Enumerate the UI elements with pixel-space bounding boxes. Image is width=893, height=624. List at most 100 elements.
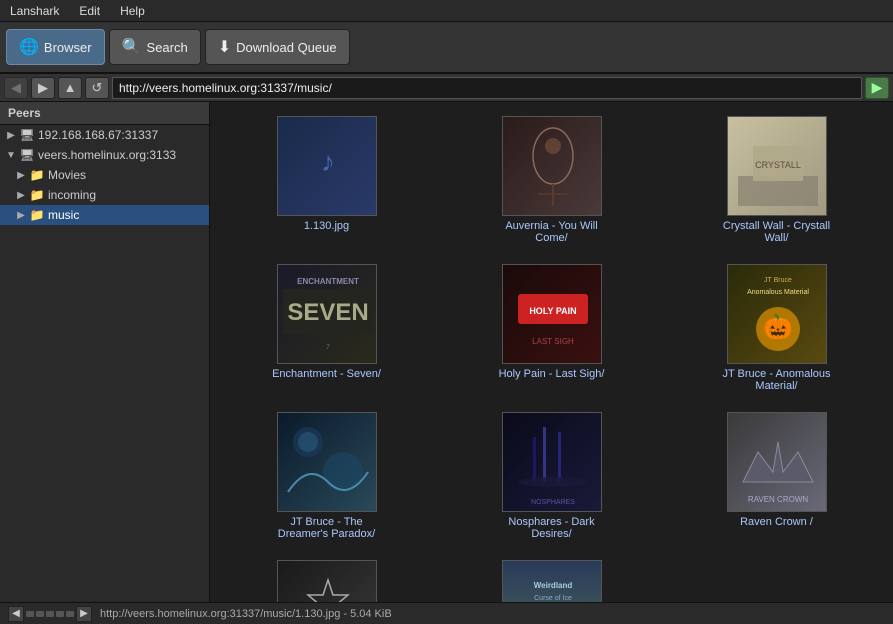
thumbnail-10: Weirdland Curse of Ice <box>502 560 602 602</box>
forward-button[interactable]: ▶ <box>31 77 55 99</box>
menubar: Lanshark Edit Help <box>0 0 893 22</box>
download-queue-button[interactable]: ⬇ Download Queue <box>205 29 350 65</box>
file-item-1[interactable]: Auvernia - You Will Come/ <box>443 110 660 250</box>
file-grid: ♪ 1.130.jpg <box>218 110 885 602</box>
scroll-dot-3 <box>46 611 54 617</box>
movies-folder-icon: 📁 <box>28 168 46 182</box>
sidebar-title: Peers <box>0 102 209 125</box>
peer-label-1: 192.168.168.67:31337 <box>38 128 158 142</box>
refresh-button[interactable]: ↺ <box>85 77 109 99</box>
music-folder-icon: 📁 <box>28 208 46 222</box>
movies-arrow: ▶ <box>14 168 28 182</box>
address-input[interactable] <box>112 77 862 99</box>
peer-label-2: veers.homelinux.org:3133 <box>38 148 176 162</box>
file-label-0: 1.130.jpg <box>304 220 349 232</box>
peer-item-1[interactable]: ▶ 🖥 192.168.168.67:31337 <box>0 125 209 145</box>
scroll-dots <box>26 611 74 617</box>
file-label-7: Nosphares - Dark Desires/ <box>492 516 612 540</box>
file-item-7[interactable]: NOSPHARES Nosphares - Dark Desires/ <box>443 406 660 546</box>
incoming-label: incoming <box>48 188 96 202</box>
svg-text:HOLY PAIN: HOLY PAIN <box>529 306 576 316</box>
scroll-dot-4 <box>56 611 64 617</box>
scroll-right-btn[interactable]: ▶ <box>76 606 92 622</box>
file-item-6[interactable]: JT Bruce - The Dreamer's Paradox/ <box>218 406 435 546</box>
album-art-5: JT Bruce Anomalous Material 🎃 <box>728 264 826 364</box>
svg-text:LAST SIGH: LAST SIGH <box>532 337 574 346</box>
up-button[interactable]: ▲ <box>58 77 82 99</box>
album-art-9 <box>278 560 376 602</box>
thumbnail-2: CRYSTALL <box>727 116 827 216</box>
music-arrow: ▶ <box>14 208 28 222</box>
svg-text:SEVEN: SEVEN <box>287 299 368 326</box>
album-art-4: HOLY PAIN LAST SIGH <box>503 264 601 364</box>
folder-movies[interactable]: ▶ 📁 Movies <box>0 165 209 185</box>
svg-text:JT Bruce: JT Bruce <box>764 277 792 284</box>
main-layout: Peers ▶ 🖥 192.168.168.67:31337 ▼ 🖥 veers… <box>0 102 893 602</box>
browser-button[interactable]: 🌐 Browser <box>6 29 105 65</box>
file-item-5[interactable]: JT Bruce Anomalous Material 🎃 JT Bruce -… <box>668 258 885 398</box>
file-label-8: Raven Crown / <box>740 516 813 528</box>
download-icon: ⬇ <box>218 37 231 57</box>
toolbar: 🌐 Browser 🔍 Search ⬇ Download Queue <box>0 22 893 74</box>
svg-text:RAVEN CROWN: RAVEN CROWN <box>747 495 808 504</box>
thumbnail-8: RAVEN CROWN <box>727 412 827 512</box>
file-label-5: JT Bruce - Anomalous Material/ <box>717 368 837 392</box>
album-art-1 <box>503 116 601 216</box>
album-art-0: ♪ <box>278 116 376 216</box>
thumbnail-4: HOLY PAIN LAST SIGH <box>502 264 602 364</box>
thumbnail-3: ENCHANTMENT SEVEN 7 <box>277 264 377 364</box>
svg-text:NOSPHARES: NOSPHARES <box>531 499 575 506</box>
search-label: Search <box>147 40 188 55</box>
sidebar: Peers ▶ 🖥 192.168.168.67:31337 ▼ 🖥 veers… <box>0 102 210 602</box>
expand-arrow-1: ▶ <box>4 128 18 142</box>
menu-lanshark[interactable]: Lanshark <box>6 2 63 20</box>
scroll-dot-5 <box>66 611 74 617</box>
file-item-8[interactable]: RAVEN CROWN Raven Crown / <box>668 406 885 546</box>
peer-item-2[interactable]: ▼ 🖥 veers.homelinux.org:3133 <box>0 145 209 165</box>
search-icon: 🔍 <box>122 37 142 57</box>
download-queue-label: Download Queue <box>236 40 336 55</box>
file-label-1: Auvernia - You Will Come/ <box>492 220 612 244</box>
browser-label: Browser <box>44 40 92 55</box>
thumbnail-1 <box>502 116 602 216</box>
scroll-left-btn[interactable]: ◀ <box>8 606 24 622</box>
svg-text:CRYSTALL: CRYSTALL <box>755 160 801 170</box>
menu-edit[interactable]: Edit <box>75 2 104 20</box>
album-art-8: RAVEN CROWN <box>728 412 826 512</box>
thumbnail-5: JT Bruce Anomalous Material 🎃 <box>727 264 827 364</box>
svg-text:🎃: 🎃 <box>763 313 793 341</box>
thumbnail-6 <box>277 412 377 512</box>
svg-text:ENCHANTMENT: ENCHANTMENT <box>297 277 359 286</box>
file-label-4: Holy Pain - Last Sigh/ <box>499 368 605 380</box>
incoming-arrow: ▶ <box>14 188 28 202</box>
thumbnail-7: NOSPHARES <box>502 412 602 512</box>
svg-text:7: 7 <box>326 344 330 351</box>
file-item-3[interactable]: ENCHANTMENT SEVEN 7 Enchantment - Seven/ <box>218 258 435 398</box>
search-button[interactable]: 🔍 Search <box>109 29 201 65</box>
music-label: music <box>48 208 79 222</box>
album-art-3: ENCHANTMENT SEVEN 7 <box>278 264 376 364</box>
album-art-6 <box>278 412 376 512</box>
go-button[interactable]: ▶ <box>865 77 889 99</box>
content-area[interactable]: ♪ 1.130.jpg <box>210 102 893 602</box>
file-item-9[interactable]: Sins n Bliss - Promo/ <box>218 554 435 602</box>
file-item-0[interactable]: ♪ 1.130.jpg <box>218 110 435 250</box>
scroll-dot-1 <box>26 611 34 617</box>
folder-music[interactable]: ▶ 📁 music <box>0 205 209 225</box>
album-art-7: NOSPHARES <box>503 412 601 512</box>
folder-incoming[interactable]: ▶ 📁 incoming <box>0 185 209 205</box>
file-item-10[interactable]: Weirdland Curse of Ice Weirdland - Curse… <box>443 554 660 602</box>
file-label-6: JT Bruce - The Dreamer's Paradox/ <box>267 516 387 540</box>
movies-label: Movies <box>48 168 86 182</box>
addressbar: ◀ ▶ ▲ ↺ ▶ <box>0 74 893 102</box>
menu-help[interactable]: Help <box>116 2 149 20</box>
incoming-folder-icon: 📁 <box>28 188 46 202</box>
file-item-4[interactable]: HOLY PAIN LAST SIGH Holy Pain - Last Sig… <box>443 258 660 398</box>
album-art-10: Weirdland Curse of Ice <box>503 560 601 602</box>
back-button[interactable]: ◀ <box>4 77 28 99</box>
file-item-2[interactable]: CRYSTALL Crystall Wall - Crystall Wall/ <box>668 110 885 250</box>
computer-icon-1: 🖥 <box>18 128 36 142</box>
expand-arrow-2: ▼ <box>4 148 18 162</box>
status-text: http://veers.homelinux.org:31337/music/1… <box>100 608 392 620</box>
svg-text:Anomalous Material: Anomalous Material <box>747 289 809 296</box>
